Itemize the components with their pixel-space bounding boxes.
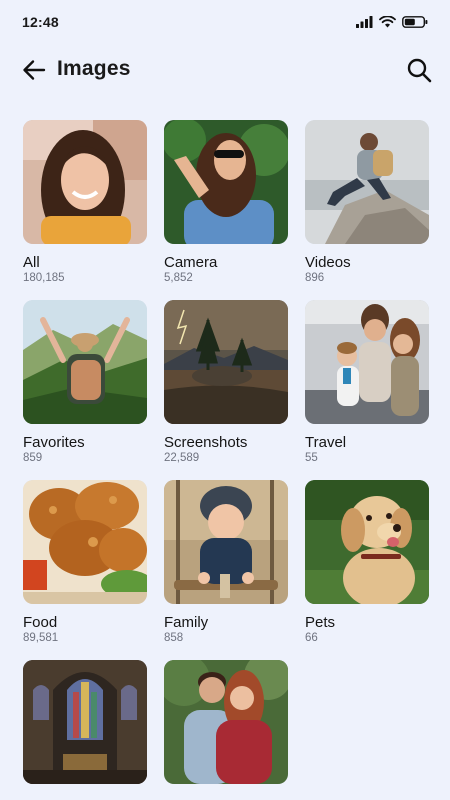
album-thumbnail (23, 120, 147, 244)
wifi-icon (379, 16, 396, 28)
album-favorites[interactable]: Favorites 859 (23, 300, 147, 480)
album-count: 5,852 (164, 272, 193, 284)
album-pets[interactable]: Pets 66 (305, 480, 429, 660)
album-thumbnail (164, 300, 288, 424)
album-count: 859 (23, 452, 43, 464)
album-videos[interactable]: Videos 896 (305, 120, 429, 300)
battery-icon (402, 16, 428, 28)
status-time: 12:48 (22, 14, 59, 30)
album-name: Favorites (23, 434, 85, 451)
album-name: Screenshots (164, 434, 248, 451)
album-name: Travel (305, 434, 347, 451)
album-count: 55 (305, 452, 318, 464)
album-camera[interactable]: Camera 5,852 (164, 120, 288, 300)
album-travel[interactable]: Travel 55 (305, 300, 429, 480)
search-icon (407, 58, 432, 83)
album-screenshots[interactable]: Screenshots 22,589 (164, 300, 288, 480)
album-name: Videos (305, 254, 351, 271)
back-button[interactable] (20, 56, 48, 84)
album-count: 180,185 (23, 272, 65, 284)
page-title: Images (57, 57, 131, 80)
album-thumbnail (305, 120, 429, 244)
album-thumbnail (164, 120, 288, 244)
status-bar: 12:48 (0, 0, 450, 44)
album-count: 89,581 (23, 632, 59, 644)
album-thumbnail (23, 480, 147, 604)
album-item[interactable] (23, 660, 147, 800)
album-grid: All 180,185 Camera 5,852 Videos 896 Favo… (23, 120, 429, 800)
album-count: 858 (164, 632, 184, 644)
album-thumbnail (164, 660, 288, 784)
arrow-left-icon (23, 60, 46, 80)
album-family[interactable]: Family 858 (164, 480, 288, 660)
album-name: All (23, 254, 40, 271)
album-thumbnail (23, 300, 147, 424)
status-icons (356, 16, 428, 28)
album-all[interactable]: All 180,185 (23, 120, 147, 300)
album-count: 22,589 (164, 452, 200, 464)
album-name: Pets (305, 614, 336, 631)
signal-icon (356, 16, 373, 28)
album-name: Camera (164, 254, 218, 271)
app-bar: Images (0, 50, 450, 90)
search-button[interactable] (404, 55, 434, 85)
album-name: Food (23, 614, 58, 631)
album-name: Family (164, 614, 209, 631)
album-count: 896 (305, 272, 325, 284)
album-thumbnail (23, 660, 147, 784)
album-food[interactable]: Food 89,581 (23, 480, 147, 660)
album-thumbnail (305, 300, 429, 424)
album-thumbnail (164, 480, 288, 604)
album-thumbnail (305, 480, 429, 604)
album-item[interactable] (164, 660, 288, 800)
album-count: 66 (305, 632, 318, 644)
